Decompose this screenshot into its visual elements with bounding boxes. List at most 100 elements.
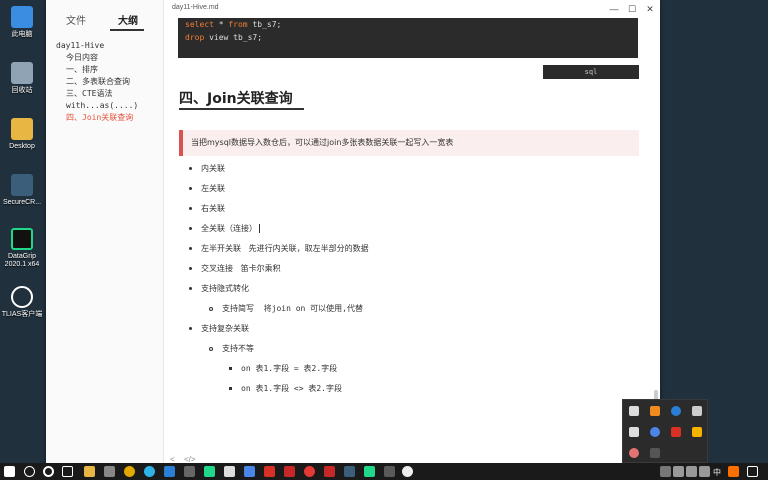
code-keyword: select [185,20,214,29]
outline-item[interactable]: day11-Hive [56,40,160,52]
pycharm-icon[interactable] [204,466,215,477]
usb-icon[interactable] [629,406,639,416]
desktop-icon-tlias[interactable]: TLIAS客户端 [0,286,44,319]
desktop-icon-datagrip[interactable]: DataGrip 2020.1 x64 [0,228,44,269]
list-item-text: 支持简写 将join on 可以使用,代替 [222,304,363,313]
chevron-up-icon[interactable] [660,466,671,477]
list-item: 支持隐式转化 [189,283,249,294]
list-item-text: on 表1.字段 = 表2.字段 [241,364,338,373]
minimize-button[interactable]: — [608,3,620,15]
code-text: * [213,20,229,29]
folder-icon [11,118,33,140]
bullet-icon [189,227,192,230]
app-icon[interactable] [244,466,255,477]
outline-item[interactable]: 二、多表联合查询 [56,76,160,88]
bullet-icon [189,267,192,270]
window-title: day11-Hive.md [172,4,219,11]
list-item: 内关联 [189,163,225,174]
terminal-icon[interactable] [344,466,355,477]
app-icon[interactable] [304,466,315,477]
text-cursor [259,224,260,233]
vscode-icon[interactable] [164,466,175,477]
bullet-icon [189,167,192,170]
app-tray-icon[interactable] [629,448,639,458]
store-icon[interactable] [104,466,115,477]
heading-underline [179,108,304,110]
bullet-icon [209,346,213,351]
code-text: tb_s7; [247,20,282,29]
app-tray-icon[interactable] [692,427,702,437]
tab-files[interactable]: 文件 [66,12,86,27]
bullet-icon [209,306,213,311]
desktop-icon-desktop[interactable]: Desktop [0,118,44,151]
wps-icon[interactable] [264,466,275,477]
windows-start-icon[interactable] [4,466,15,477]
list-item-text: 内关联 [201,164,225,173]
chrome-icon[interactable] [124,466,135,477]
outline-item[interactable]: 今日内容 [56,52,160,64]
file-explorer-icon[interactable] [84,466,95,477]
maximize-button[interactable]: ☐ [626,3,638,15]
desktop-icon-label: 此电脑 [11,31,33,38]
outline-item[interactable]: 一、排序 [56,64,160,76]
desktop-icon-securecrt[interactable]: SecureCR... [0,174,44,207]
edge-icon[interactable] [144,466,155,477]
list-item-text: 支持复杂关联 [201,324,249,333]
close-button[interactable]: ✕ [644,3,656,15]
notification-icon[interactable] [747,466,758,477]
app-tray-icon[interactable] [650,448,660,458]
network-icon[interactable] [686,466,697,477]
microphone-icon[interactable] [673,466,684,477]
outline-item[interactable]: 三、CTE语法 [56,88,160,100]
outline-item-active[interactable]: 四、Join关联查询 [56,112,160,124]
title-bar: day11-Hive.md — ☐ ✕ [164,0,660,18]
list-item-text: 左关联 [201,184,225,193]
list-item: 交叉连接 笛卡尔乘积 [189,263,281,274]
tab-outline[interactable]: 大纲 [118,12,138,27]
app-icon[interactable] [284,466,295,477]
xmind-icon[interactable] [324,466,335,477]
list-item: 左半开关联 先进行内关联，取左半部分的数据 [189,243,369,254]
cortana-icon[interactable] [43,466,54,477]
app-tray-icon[interactable] [650,427,660,437]
search-icon[interactable] [24,466,35,477]
ime-indicator[interactable]: 中 [713,467,721,478]
list-item-text: 支持隐式转化 [201,284,249,293]
datagrip-icon[interactable] [364,466,375,477]
sidebar-tabs: 文件 大纲 [46,12,164,32]
sogou-input-icon[interactable] [728,466,739,477]
outline-item[interactable]: with...as(....) [56,100,160,112]
app-icon[interactable] [384,466,395,477]
recorder-icon[interactable] [402,466,413,477]
list-item-text: 左半开关联 先进行内关联，取左半部分的数据 [201,244,369,253]
desktop-icon-this-pc[interactable]: 此电脑 [0,6,44,39]
bullet-icon [189,247,192,250]
code-language-tag[interactable]: sql [543,65,639,79]
code-keyword: drop [185,33,205,42]
bullet-icon [189,327,192,330]
desktop-icon-recycle-bin[interactable]: 回收站 [0,62,44,95]
sync-icon[interactable] [671,406,681,416]
app-tray-icon[interactable] [650,406,660,416]
outline-tree: day11-Hive 今日内容 一、排序 二、多表联合查询 三、CTE语法 wi… [56,40,160,124]
desktop-icon-label: DataGrip 2020.1 x64 [4,253,40,268]
list-item-text: 全关联（连接） [201,224,257,233]
list-item-text: 支持不等 [222,344,254,353]
bullet-icon [189,287,192,290]
volume-icon[interactable] [699,466,710,477]
typora-icon[interactable] [224,466,235,477]
app-tray-icon[interactable] [629,427,639,437]
list-item: 支持复杂关联 [189,323,249,334]
list-item: 支持简写 将join on 可以使用,代替 [209,303,363,314]
list-item: 支持不等 [209,343,254,354]
media-icon[interactable] [184,466,195,477]
list-item: 右关联 [189,203,225,214]
list-item-text: on 表1.字段 <> 表2.字段 [241,384,342,393]
editor-window: day11-Hive.md — ☐ ✕ 文件 大纲 day11-Hive 今日内… [46,0,660,467]
task-view-icon[interactable] [62,466,73,477]
desktop-icon-label: TLIAS客户端 [1,311,43,318]
code-block[interactable]: select * from tb_s7; drop view tb_s7; [178,18,638,58]
app-tray-icon[interactable] [692,406,702,416]
code-text: view tb_s7; [204,33,263,42]
wps-icon[interactable] [671,427,681,437]
